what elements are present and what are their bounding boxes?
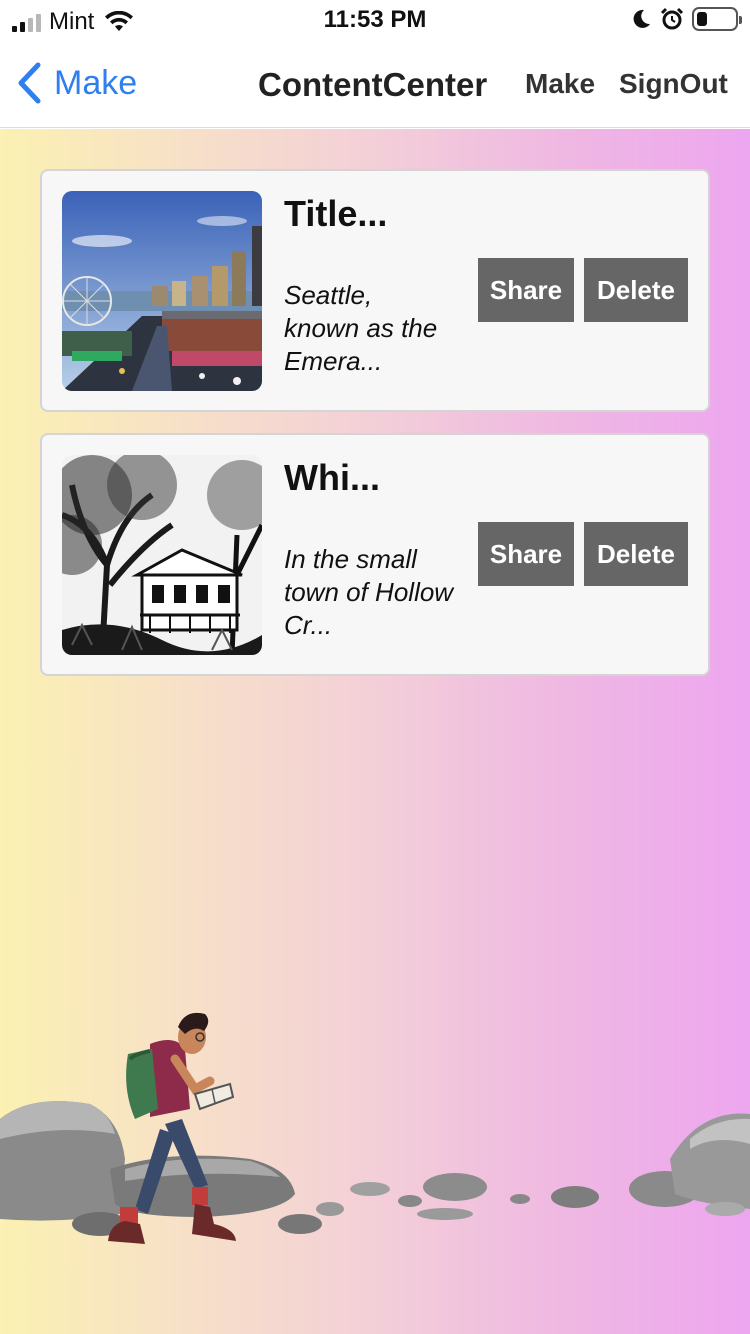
status-right: [630, 7, 742, 31]
share-button[interactable]: Share: [478, 522, 574, 586]
content-card: Title... Seattle, known as the Emera... …: [40, 169, 710, 412]
card-title: Title...: [284, 193, 388, 234]
card-description: Seattle, known as the Emera...: [284, 280, 438, 376]
reading-hiker-illustration: [0, 1012, 750, 1244]
share-button[interactable]: Share: [478, 258, 574, 322]
content-card: Whi... In the small town of Hollow Cr...…: [40, 433, 710, 676]
signout-button[interactable]: SignOut: [619, 68, 728, 100]
card-thumbnail-city[interactable]: [62, 191, 262, 391]
delete-button[interactable]: Delete: [584, 522, 688, 586]
page-title: ContentCenter: [258, 66, 488, 103]
make-button[interactable]: Make: [525, 68, 595, 100]
content-area: Title... Seattle, known as the Emera... …: [0, 129, 750, 1334]
status-bar: Mint 11:53 PM: [0, 0, 750, 40]
moon-icon: [633, 9, 650, 28]
seattle-city-image: [62, 191, 262, 391]
battery-icon: [692, 7, 742, 31]
card-thumbnail-house[interactable]: [62, 455, 262, 655]
card-title: Whi...: [284, 457, 380, 498]
card-description: In the small town of Hollow Cr...: [284, 544, 454, 640]
delete-button[interactable]: Delete: [584, 258, 688, 322]
navigation-bar: Make ContentCenter Make SignOut: [0, 40, 750, 128]
old-house-sketch-image: [62, 455, 262, 655]
chevron-left-icon: [18, 62, 41, 104]
alarm-icon: [660, 7, 684, 30]
back-button[interactable]: Make: [16, 62, 137, 104]
back-button-label: Make: [54, 63, 138, 102]
